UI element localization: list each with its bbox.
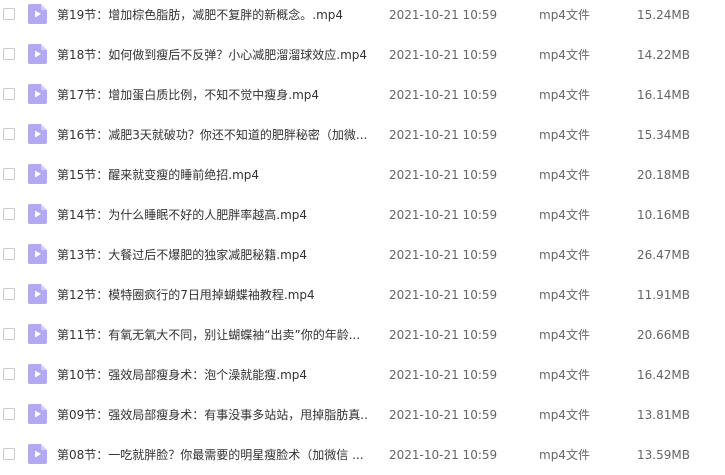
file-row[interactable]: 第19节：增加棕色脂肪，减肥不复胖的新概念。.mp4 2021-10-21 10:… — [0, 0, 725, 35]
file-modified-date: 2021-10-21 10:59 — [389, 208, 498, 222]
row-checkbox[interactable] — [3, 128, 15, 140]
file-size: 16.14MB — [637, 88, 690, 102]
file-size: 14.22MB — [637, 48, 690, 62]
file-name[interactable]: 第10节：强效局部瘦身术：泡个澡就能瘦.mp4 — [57, 355, 369, 395]
file-row[interactable]: 第09节：强效局部瘦身术：有事没事多站站，甩掉脂肪真... 2021-10-21 … — [0, 395, 725, 435]
file-size: 13.59MB — [637, 448, 690, 462]
video-file-icon — [28, 364, 47, 384]
file-modified-date: 2021-10-21 10:59 — [389, 248, 498, 262]
row-checkbox[interactable] — [3, 448, 15, 460]
video-file-icon — [28, 444, 47, 464]
file-modified-date: 2021-10-21 10:59 — [389, 88, 498, 102]
file-row[interactable]: 第12节：模特圈疯行的7日甩掉蝴蝶袖教程.mp4 2021-10-21 10:59… — [0, 275, 725, 315]
file-name[interactable]: 第13节：大餐过后不爆肥的独家减肥秘籍.mp4 — [57, 235, 369, 275]
video-file-icon — [28, 324, 47, 344]
file-name[interactable]: 第09节：强效局部瘦身术：有事没事多站站，甩掉脂肪真... — [57, 395, 369, 435]
video-file-icon — [28, 284, 47, 304]
file-name[interactable]: 第08节：一吃就胖脸？你最需要的明星瘦脸术（加微信 ... — [57, 435, 369, 475]
file-type: mp4文件 — [539, 368, 590, 382]
file-type: mp4文件 — [539, 408, 590, 422]
file-row[interactable]: 第16节：减肥3天就破功？你还不知道的肥胖秘密（加微... 2021-10-21 … — [0, 115, 725, 155]
file-type: mp4文件 — [539, 248, 590, 262]
row-checkbox[interactable] — [3, 208, 15, 220]
video-file-icon — [28, 84, 47, 104]
file-modified-date: 2021-10-21 10:59 — [389, 408, 498, 422]
file-row[interactable]: 第11节：有氧无氧大不同，别让蝴蝶袖“出卖”你的年龄... 2021-10-21 … — [0, 315, 725, 355]
video-file-icon — [28, 124, 47, 144]
file-size: 26.47MB — [637, 248, 690, 262]
file-type: mp4文件 — [539, 168, 590, 182]
file-type: mp4文件 — [539, 128, 590, 142]
file-name[interactable]: 第18节：如何做到瘦后不反弹？小心减肥溜溜球效应.mp4 — [57, 35, 369, 75]
file-name[interactable]: 第16节：减肥3天就破功？你还不知道的肥胖秘密（加微... — [57, 115, 369, 155]
file-row[interactable]: 第18节：如何做到瘦后不反弹？小心减肥溜溜球效应.mp4 2021-10-21 1… — [0, 35, 725, 75]
file-row[interactable]: 第13节：大餐过后不爆肥的独家减肥秘籍.mp4 2021-10-21 10:59 m… — [0, 235, 725, 275]
file-modified-date: 2021-10-21 10:59 — [389, 448, 498, 462]
file-size: 20.66MB — [637, 328, 690, 342]
file-size: 15.34MB — [637, 128, 690, 142]
file-type: mp4文件 — [539, 8, 590, 22]
video-file-icon — [28, 204, 47, 224]
row-checkbox[interactable] — [3, 8, 15, 20]
file-type: mp4文件 — [539, 88, 590, 102]
file-row[interactable]: 第15节：醒来就变瘦的睡前绝招.mp4 2021-10-21 10:59 mp4文件… — [0, 155, 725, 195]
file-modified-date: 2021-10-21 10:59 — [389, 168, 498, 182]
file-name[interactable]: 第19节：增加棕色脂肪，减肥不复胖的新概念。.mp4 — [57, 0, 369, 35]
file-size: 13.81MB — [637, 408, 690, 422]
video-file-icon — [28, 404, 47, 424]
file-name[interactable]: 第14节：为什么睡眠不好的人肥胖率越高.mp4 — [57, 195, 369, 235]
file-name[interactable]: 第12节：模特圈疯行的7日甩掉蝴蝶袖教程.mp4 — [57, 275, 369, 315]
file-modified-date: 2021-10-21 10:59 — [389, 288, 498, 302]
file-name[interactable]: 第15节：醒来就变瘦的睡前绝招.mp4 — [57, 155, 369, 195]
file-modified-date: 2021-10-21 10:59 — [389, 48, 498, 62]
file-modified-date: 2021-10-21 10:59 — [389, 8, 498, 22]
file-size: 15.24MB — [637, 8, 690, 22]
file-type: mp4文件 — [539, 328, 590, 342]
file-name[interactable]: 第11节：有氧无氧大不同，别让蝴蝶袖“出卖”你的年龄... — [57, 315, 369, 355]
file-type: mp4文件 — [539, 448, 590, 462]
file-type: mp4文件 — [539, 288, 590, 302]
video-file-icon — [28, 164, 47, 184]
file-modified-date: 2021-10-21 10:59 — [389, 328, 498, 342]
file-type: mp4文件 — [539, 208, 590, 222]
file-name[interactable]: 第17节：增加蛋白质比例，不知不觉中瘦身.mp4 — [57, 75, 369, 115]
file-size: 11.91MB — [637, 288, 690, 302]
file-size: 20.18MB — [637, 168, 690, 182]
row-checkbox[interactable] — [3, 168, 15, 180]
file-row[interactable]: 第17节：增加蛋白质比例，不知不觉中瘦身.mp4 2021-10-21 10:59… — [0, 75, 725, 115]
row-checkbox[interactable] — [3, 408, 15, 420]
row-checkbox[interactable] — [3, 88, 15, 100]
file-size: 10.16MB — [637, 208, 690, 222]
row-checkbox[interactable] — [3, 328, 15, 340]
video-file-icon — [28, 244, 47, 264]
row-checkbox[interactable] — [3, 288, 15, 300]
row-checkbox[interactable] — [3, 248, 15, 260]
file-row[interactable]: 第10节：强效局部瘦身术：泡个澡就能瘦.mp4 2021-10-21 10:59 m… — [0, 355, 725, 395]
video-file-icon — [28, 44, 47, 64]
file-modified-date: 2021-10-21 10:59 — [389, 368, 498, 382]
file-modified-date: 2021-10-21 10:59 — [389, 128, 498, 142]
file-list: 第19节：增加棕色脂肪，减肥不复胖的新概念。.mp4 2021-10-21 10:… — [0, 0, 725, 475]
file-size: 16.42MB — [637, 368, 690, 382]
file-row[interactable]: 第14节：为什么睡眠不好的人肥胖率越高.mp4 2021-10-21 10:59 m… — [0, 195, 725, 235]
file-type: mp4文件 — [539, 48, 590, 62]
file-row[interactable]: 第08节：一吃就胖脸？你最需要的明星瘦脸术（加微信 ... 2021-10-21 … — [0, 435, 725, 475]
row-checkbox[interactable] — [3, 368, 15, 380]
video-file-icon — [28, 4, 47, 24]
row-checkbox[interactable] — [3, 48, 15, 60]
